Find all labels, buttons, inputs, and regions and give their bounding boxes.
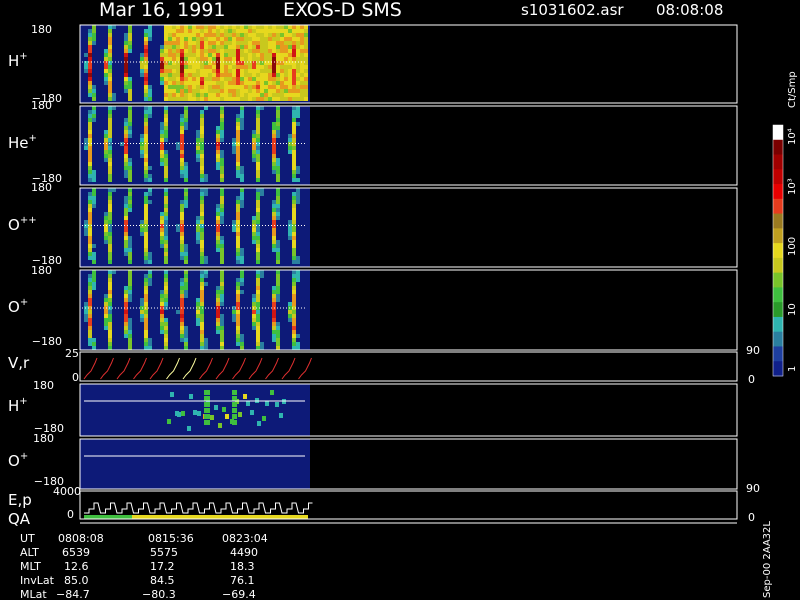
frame-ep — [79, 490, 738, 520]
o-plus-ymin: −180 — [32, 335, 62, 348]
colorbar-segment — [773, 169, 783, 185]
spectrogram-layer — [80, 25, 313, 519]
eph-row-label-invlat: InvLat — [20, 574, 55, 587]
eph-row-label-ut: UT — [20, 532, 35, 545]
spectrogram-o_plus — [80, 270, 310, 350]
vr-right-bottom: 0 — [748, 373, 755, 386]
eph-c1-mlat: −80.3 — [142, 588, 176, 600]
colorbar-segment — [773, 154, 783, 170]
qa-label: QA — [8, 510, 31, 528]
colorbar-segment — [773, 331, 783, 347]
svg-text:O+: O+ — [8, 297, 28, 316]
eph-row-label-alt: ALT — [20, 546, 39, 559]
eph-c1-alt: 5575 — [150, 546, 178, 559]
vr-panel-traces — [83, 357, 312, 380]
eph-c0-alt: 6539 — [62, 546, 90, 559]
o-plus-lower-ymax: 180 — [33, 432, 54, 445]
spectrogram-h_plus_2 — [80, 384, 310, 436]
spectrogram-o_pp — [80, 188, 310, 267]
he-plus-ymax: 180 — [31, 99, 52, 112]
colorbar-segment — [773, 361, 783, 377]
frame-vr — [79, 351, 738, 382]
ephemeris-table: UT ALT MLT InvLat MLat 0808:08 6539 12.6… — [20, 532, 268, 600]
ep-ymax: 4000 — [53, 485, 81, 498]
svg-text:He+: He+ — [8, 133, 37, 152]
colorbar-segment — [773, 316, 783, 333]
eph-c2-mlat: −69.4 — [222, 588, 256, 600]
plot-date: Mar 16, 1991 — [99, 0, 226, 21]
colorbar-segment — [773, 302, 783, 318]
h-plus-ymax: 180 — [31, 23, 52, 36]
sms-spectrogram-plot: Mar 16, 1991 EXOS-D SMS s1031602.asr 08:… — [8, 0, 798, 600]
eph-c0-ut: 0808:08 — [58, 532, 104, 545]
svg-text:O+: O+ — [8, 451, 28, 470]
panel-label-o-plus: O+ — [8, 297, 28, 316]
o-plus-ymax: 180 — [31, 264, 52, 277]
colorbar-segment — [773, 213, 783, 229]
ep-right-top: 90 — [746, 482, 760, 495]
panel-label-he-plus: He+ — [8, 133, 37, 152]
ep-right-bottom: 0 — [748, 511, 755, 524]
vr-ymax: 25 — [65, 347, 79, 360]
colorbar — [772, 124, 784, 377]
eph-c0-mlt: 12.6 — [64, 560, 89, 573]
colorbar-segment — [773, 272, 783, 288]
ep-panel-traces — [84, 502, 313, 519]
eph-row-label-mlat: MLat — [20, 588, 47, 600]
colorbar-segment — [773, 346, 783, 362]
svg-text:H+: H+ — [8, 51, 28, 70]
eph-c0-invlat: 85.0 — [64, 574, 89, 587]
eph-c1-mlt: 17.2 — [150, 560, 175, 573]
panel-label-h-plus: H+ — [8, 51, 28, 70]
vr-label: V,r — [8, 354, 30, 372]
eph-c2-alt: 4490 — [230, 546, 258, 559]
colorbar-segment — [773, 257, 783, 274]
eph-row-label-mlt: MLT — [20, 560, 41, 573]
panel-label-o-plusplus: O++ — [8, 215, 37, 234]
panel-label-o-plus-lower: O+ — [8, 451, 28, 470]
eph-c1-invlat: 84.5 — [150, 574, 175, 587]
eph-c2-invlat: 76.1 — [230, 574, 255, 587]
plot-instrument: EXOS-D SMS — [283, 0, 402, 21]
colorbar-tick-10: 10 — [787, 303, 798, 316]
vr-right-top: 90 — [746, 344, 760, 357]
colorbar-segment — [773, 287, 783, 303]
ep-label: E,p — [8, 491, 32, 509]
colorbar-segment — [773, 198, 783, 215]
colorbar-segment — [773, 125, 783, 141]
eph-c2-ut: 0823:04 — [222, 532, 268, 545]
colorbar-tick-100: 100 — [787, 237, 798, 256]
spectrogram-h_plus — [80, 25, 310, 103]
spectrogram-he_plus — [80, 106, 310, 185]
vr-ymin: 0 — [72, 371, 79, 384]
plot-id: Sep-00 2AA32L — [762, 521, 773, 598]
colorbar-segment — [773, 228, 783, 244]
svg-text:H+: H+ — [8, 396, 28, 415]
colorbar-segment — [773, 184, 783, 200]
eph-c0-mlat: −84.7 — [56, 588, 90, 600]
colorbar-tick-1e3: 10³ — [787, 178, 798, 195]
colorbar-tick-1: 1 — [787, 366, 798, 372]
colorbar-tick-1e4: 10⁴ — [787, 128, 798, 145]
panel-label-h-plus-lower: H+ — [8, 396, 28, 415]
plot-time: 08:08:08 — [656, 1, 723, 19]
eph-c1-ut: 0815:36 — [148, 532, 194, 545]
eph-c2-mlt: 18.3 — [230, 560, 255, 573]
o-pp-ymax: 180 — [31, 181, 52, 194]
ep-ymin: 0 — [67, 508, 74, 521]
colorbar-unit-label: Ct/Smp — [787, 71, 798, 108]
h-plus-lower-ymax: 180 — [33, 379, 54, 392]
spectrogram-o_plus_2 — [80, 439, 310, 489]
colorbar-segment — [773, 139, 783, 156]
svg-text:O++: O++ — [8, 215, 37, 234]
plot-filename: s1031602.asr — [521, 1, 624, 19]
colorbar-segment — [773, 243, 783, 259]
